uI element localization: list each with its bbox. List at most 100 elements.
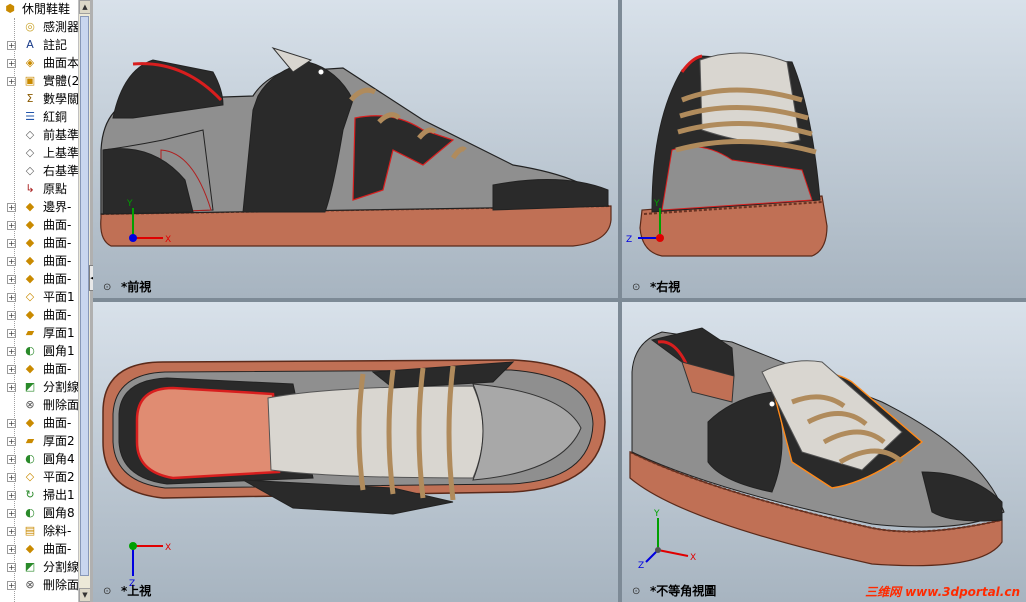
tree-item-label: 曲面- — [43, 416, 72, 430]
surface-icon: ◆ — [25, 542, 35, 555]
tree-item[interactable]: ☰ 紅銅 — [0, 108, 78, 126]
tree-item-label: 掃出1 — [43, 488, 75, 502]
tree-item-label: 圓角1 — [43, 344, 75, 358]
viewport-top-label: *上視 — [121, 584, 152, 598]
feature-tree-root[interactable]: ⬢ 休閒鞋鞋 — [0, 0, 78, 18]
tree-item[interactable]: ◇ 上基準 — [0, 144, 78, 162]
fillet-icon: ◐ — [25, 344, 35, 357]
watermark-chinese: 三维网 — [865, 585, 902, 599]
viewport-right-label: *右視 — [650, 280, 681, 294]
tree-item[interactable]: + ▰ 厚面1 — [0, 324, 78, 342]
tree-item-label: 右基準 — [43, 164, 78, 178]
tree-item-label: 感測器 — [43, 20, 78, 34]
scroll-thumb[interactable] — [80, 16, 89, 576]
axis-y-label: Y — [126, 199, 133, 209]
tree-item[interactable]: + ◆ 曲面- — [0, 234, 78, 252]
tree-item[interactable]: + ◆ 邊界- — [0, 198, 78, 216]
boundary-icon: ◆ — [25, 200, 35, 213]
tree-item[interactable]: + ◆ 曲面- — [0, 360, 78, 378]
tree-item-label: 註記 — [43, 38, 68, 52]
tree-item[interactable]: ◇ 前基準 — [0, 126, 78, 144]
tree-item-label: 圓角4 — [43, 452, 75, 466]
tree-connector-line — [14, 18, 15, 602]
surface-icon: ◆ — [25, 272, 35, 285]
tree-item[interactable]: + ⊗ 刪除面 — [0, 576, 78, 594]
tree-item-label: 圓角8 — [43, 506, 75, 520]
tree-item[interactable]: ◇ 右基準 — [0, 162, 78, 180]
sweep-icon: ↻ — [25, 488, 35, 501]
tree-item[interactable]: + ◆ 曲面- — [0, 414, 78, 432]
split-line-icon: ◩ — [24, 560, 36, 573]
surface-icon: ◆ — [25, 218, 35, 231]
tree-item[interactable]: + ◆ 曲面- — [0, 270, 78, 288]
surface-icon: ◆ — [25, 362, 35, 375]
tree-item-label: 曲面- — [43, 236, 72, 250]
tree-item-label: 曲面- — [43, 254, 72, 268]
origin-icon: ↳ — [25, 182, 35, 195]
tree-item[interactable]: + ◆ 曲面- — [0, 540, 78, 558]
view-link-icon: ⊙ — [103, 282, 112, 293]
tree-item[interactable]: + ◆ 曲面- — [0, 306, 78, 324]
feature-tree-items: ⬢ 休閒鞋鞋 ◎ 感測器 + A 註記 + ◈ 曲面本 + ▣ 實體(2 Σ 數學關 ☰ 紅銅 ◇ 前基準 ◇ 上基準 ◇… — [0, 0, 78, 594]
equation-icon: Σ — [26, 92, 34, 105]
tree-item-label: 厚面2 — [43, 434, 75, 448]
axis-z-label: Z — [626, 235, 632, 245]
plane-surface-icon: ◇ — [25, 470, 35, 483]
tree-item[interactable]: ◎ 感測器 — [0, 18, 78, 36]
split-line-icon: ◩ — [24, 380, 36, 393]
material-icon: ☰ — [25, 110, 35, 123]
tree-item[interactable]: + ◩ 分割線 — [0, 558, 78, 576]
tree-item-label: 平面2 — [43, 470, 75, 484]
plane-icon: ◇ — [25, 128, 35, 141]
tree-item[interactable]: + ◐ 圓角8 — [0, 504, 78, 522]
part-icon: ⬢ — [5, 2, 15, 15]
tree-item[interactable]: + ▣ 實體(2 — [0, 72, 78, 90]
tree-item-label: 刪除面 — [43, 578, 78, 592]
tree-item[interactable]: + ▰ 厚面2 — [0, 432, 78, 450]
plane-icon: ◇ — [25, 164, 35, 177]
tree-item[interactable]: + ◩ 分割線 — [0, 378, 78, 396]
tree-item[interactable]: + ◇ 平面2 — [0, 468, 78, 486]
tree-item[interactable]: + ◈ 曲面本 — [0, 54, 78, 72]
tree-item[interactable]: ↳ 原點 — [0, 180, 78, 198]
tree-item-label: 除料- — [43, 524, 72, 538]
tree-item[interactable]: + ◆ 曲面- — [0, 216, 78, 234]
view-link-icon: ⊙ — [103, 586, 112, 597]
surface-icon: ◆ — [25, 416, 35, 429]
tree-item[interactable]: + ▤ 除料- — [0, 522, 78, 540]
axis-triad-isometric: Y X Z — [638, 509, 696, 570]
delete-face-icon: ⊗ — [25, 578, 35, 591]
viewport-divider-horizontal[interactable] — [93, 298, 1026, 302]
tree-item[interactable]: + ↻ 掃出1 — [0, 486, 78, 504]
tree-item-label: 曲面- — [43, 542, 72, 556]
tree-item-label: 前基準 — [43, 128, 78, 142]
tree-item[interactable]: + ◐ 圓角1 — [0, 342, 78, 360]
surface-icon: ◆ — [25, 308, 35, 321]
shoe-right-model — [639, 52, 828, 257]
axis-y-label: Y — [653, 509, 660, 519]
fillet-icon: ◐ — [25, 506, 35, 519]
viewport-isometric[interactable]: Y X Z ⊙ *不等角視圖 三维网 www.3dportal.cn — [622, 302, 1026, 602]
thicken-icon: ▰ — [25, 434, 35, 447]
tree-item-label: 紅銅 — [43, 110, 68, 124]
tree-item[interactable]: ⊗ 刪除面 — [0, 396, 78, 414]
axis-z-label: Z — [638, 561, 644, 570]
tree-item[interactable]: + ◇ 平面1 — [0, 288, 78, 306]
viewport-right[interactable]: Y Z ⊙ *右視 — [622, 0, 1026, 298]
plane-surface-icon: ◇ — [25, 290, 35, 303]
viewport-front[interactable]: Y X ⊙ *前視 — [93, 0, 618, 298]
watermark: 三维网 www.3dportal.cn — [865, 583, 1020, 600]
viewport-isometric-label: *不等角視圖 — [650, 584, 717, 598]
axis-triad-right: Y Z — [626, 199, 664, 245]
tree-item-label: 原點 — [43, 182, 68, 196]
tree-item-label: 分割線 — [43, 380, 78, 394]
surface-body-icon: ◈ — [25, 56, 35, 69]
tree-item[interactable]: + A 註記 — [0, 36, 78, 54]
tree-item[interactable]: + ◐ 圓角4 — [0, 450, 78, 468]
tree-item[interactable]: + ◆ 曲面- — [0, 252, 78, 270]
viewport-top[interactable]: X Z ⊙ *上視 — [93, 302, 618, 602]
viewport-front-label: *前視 — [121, 280, 152, 294]
annotation-icon: A — [26, 38, 34, 51]
tree-item-label: 邊界- — [43, 200, 72, 214]
tree-item[interactable]: Σ 數學關 — [0, 90, 78, 108]
